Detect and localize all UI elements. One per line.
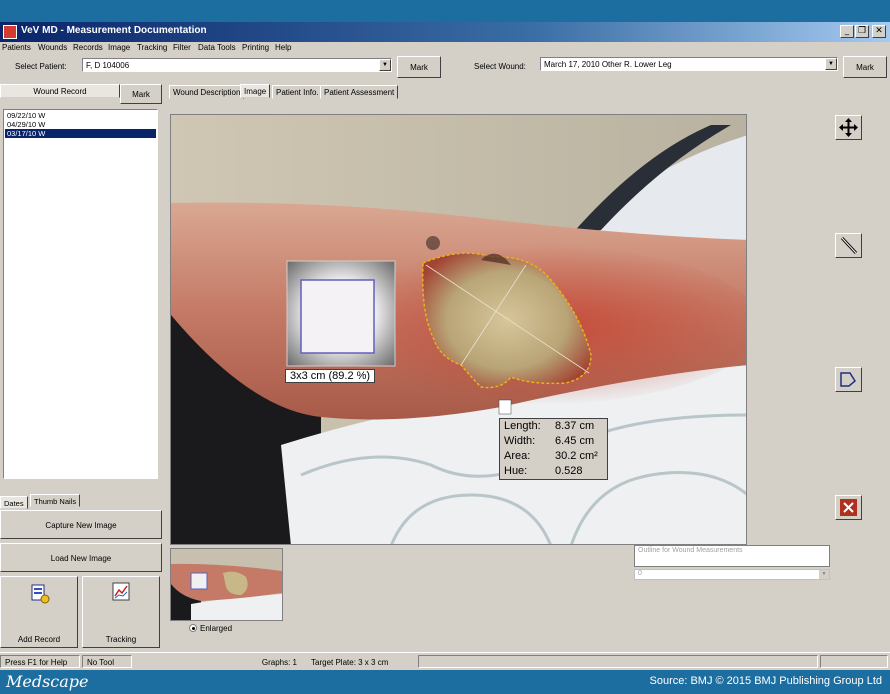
record-mark-label: Mark — [132, 90, 150, 99]
chevron-down-icon[interactable]: ▼ — [379, 59, 391, 71]
tab-image[interactable]: Image — [240, 84, 271, 98]
patient-select[interactable]: F, D 104006 ▼ — [82, 58, 392, 72]
tab-patient-info[interactable]: Patient Info. — [272, 85, 323, 99]
tab-patient-assessment[interactable]: Patient Assessment — [320, 85, 399, 99]
move-arrows-icon — [839, 118, 858, 137]
menu-patients[interactable]: Patients — [2, 43, 31, 52]
minimize-button[interactable]: _ — [840, 25, 854, 38]
wound-image-canvas[interactable]: 3x3 cm (89.2 %) Length: 8.37 cm Width: 6… — [170, 114, 747, 545]
wound-select-value: March 17, 2010 Other R. Lower Leg — [544, 60, 672, 69]
capture-new-image-button[interactable]: Capture New Image — [0, 510, 162, 539]
close-button[interactable]: ✕ — [872, 25, 886, 38]
load-new-image-button[interactable]: Load New Image — [0, 543, 162, 572]
add-record-icon — [31, 584, 50, 604]
ruler-icon — [840, 236, 858, 255]
add-record-label: Add Record — [17, 635, 61, 644]
wound-mark-label: Mark — [856, 63, 874, 72]
chevron-down-icon[interactable]: ▼ — [819, 570, 829, 579]
footer-bar: Medscape Source: BMJ © 2015 BMJ Publishi… — [0, 670, 890, 694]
record-mark-button[interactable]: Mark — [120, 84, 162, 104]
status-plate: Target Plate: 3 x 3 cm — [311, 658, 389, 667]
wound-mark-button[interactable]: Mark — [843, 56, 887, 78]
status-empty-cell — [820, 655, 888, 668]
list-item-selected[interactable]: 03/17/10 W — [5, 129, 156, 138]
thumbnail-photo — [171, 549, 282, 620]
target-plate-label: 3x3 cm (89.2 %) — [285, 369, 376, 383]
menu-data-tools[interactable]: Data Tools — [198, 43, 236, 52]
load-label: Load New Image — [50, 554, 112, 563]
list-item[interactable]: 09/22/10 W — [5, 111, 156, 120]
outline-select-value: 0 — [638, 570, 642, 577]
menu-help[interactable]: Help — [275, 43, 291, 52]
measurement-value: 0.528 — [555, 465, 583, 477]
menu-tracking[interactable]: Tracking — [137, 43, 167, 52]
delete-trace-button[interactable] — [835, 495, 862, 520]
menu-filter[interactable]: Filter — [173, 43, 191, 52]
outline-select[interactable]: 0 ▼ — [634, 569, 830, 580]
wound-photo — [171, 115, 746, 544]
status-empty-cell — [418, 655, 818, 668]
medscape-logo: Medscape — [6, 672, 89, 691]
measurement-value: 6.45 cm — [555, 435, 595, 447]
tracking-label: Tracking — [105, 635, 137, 644]
measurement-value: 30.2 cm² — [555, 450, 598, 462]
tab-wound-description[interactable]: Wound Description — [169, 85, 245, 99]
restore-button[interactable]: ❐ — [855, 25, 869, 38]
title-bar[interactable]: VeV MD - Measurement Documentation _ ❐ ✕ — [0, 22, 890, 42]
trace-icon — [840, 372, 856, 387]
delete-trace-icon — [840, 499, 857, 516]
tab-dates[interactable]: Dates — [0, 496, 28, 509]
tab-wound-record[interactable]: Wound Record — [0, 84, 120, 98]
menu-bar: Patients Wounds Records Image Tracking F… — [0, 42, 890, 56]
menu-image[interactable]: Image — [108, 43, 130, 52]
add-record-button[interactable]: Add Record — [0, 576, 78, 648]
tab-thumb-nails[interactable]: Thumb Nails — [30, 494, 81, 507]
measurement-key: Hue: — [504, 465, 528, 477]
app-window: VeV MD - Measurement Documentation _ ❐ ✕… — [0, 22, 890, 670]
status-help: Press F1 for Help — [0, 655, 80, 668]
trace-tool-button[interactable] — [835, 367, 862, 392]
select-patient-label: Select Patient: — [15, 62, 67, 71]
measurement-readout: Length: 8.37 cm Width: 6.45 cm Area: 30.… — [499, 418, 608, 480]
list-item[interactable]: 04/29/10 W — [5, 120, 156, 129]
measurement-key: Width: — [504, 435, 536, 447]
menu-printing[interactable]: Printing — [242, 43, 269, 52]
patient-mark-button[interactable]: Mark — [397, 56, 441, 78]
window-title: VeV MD - Measurement Documentation — [21, 25, 207, 36]
measurement-key: Area: — [504, 450, 531, 462]
measurement-key: Length: — [504, 420, 541, 432]
enlarged-label: Enlarged — [200, 624, 233, 633]
page-top-band — [0, 0, 890, 22]
source-credit: Source: BMJ © 2015 BMJ Publishing Group … — [649, 675, 883, 687]
patient-mark-label: Mark — [410, 63, 428, 72]
enlarged-radio[interactable] — [189, 624, 197, 632]
ruler-tool-button[interactable] — [835, 233, 862, 258]
capture-label: Capture New Image — [45, 521, 117, 530]
patient-select-value: F, D 104006 — [86, 61, 130, 70]
tracking-button[interactable]: Tracking — [82, 576, 160, 648]
image-thumbnail[interactable] — [170, 548, 283, 621]
pan-tool-button[interactable] — [835, 115, 862, 140]
wound-select[interactable]: March 17, 2010 Other R. Lower Leg ▼ — [540, 57, 838, 71]
outline-field[interactable]: Outline for Wound Measurements — [634, 545, 830, 567]
menu-wounds[interactable]: Wounds — [38, 43, 67, 52]
outline-placeholder: Outline for Wound Measurements — [638, 547, 743, 554]
status-graphs: Graphs: 1 — [261, 658, 297, 667]
wound-record-list[interactable]: 09/22/10 W 04/29/10 W 03/17/10 W — [3, 109, 158, 479]
measurement-value: 8.37 cm — [555, 420, 595, 432]
radio-dot — [192, 627, 195, 630]
status-bar: Press F1 for Help No Tool Graphs: 1 Targ… — [0, 652, 890, 669]
status-tool: No Tool — [82, 655, 132, 668]
menu-records[interactable]: Records — [73, 43, 103, 52]
tracking-chart-icon — [112, 582, 130, 601]
app-icon — [3, 25, 17, 39]
select-wound-label: Select Wound: — [474, 62, 526, 71]
chevron-down-icon[interactable]: ▼ — [825, 58, 837, 70]
